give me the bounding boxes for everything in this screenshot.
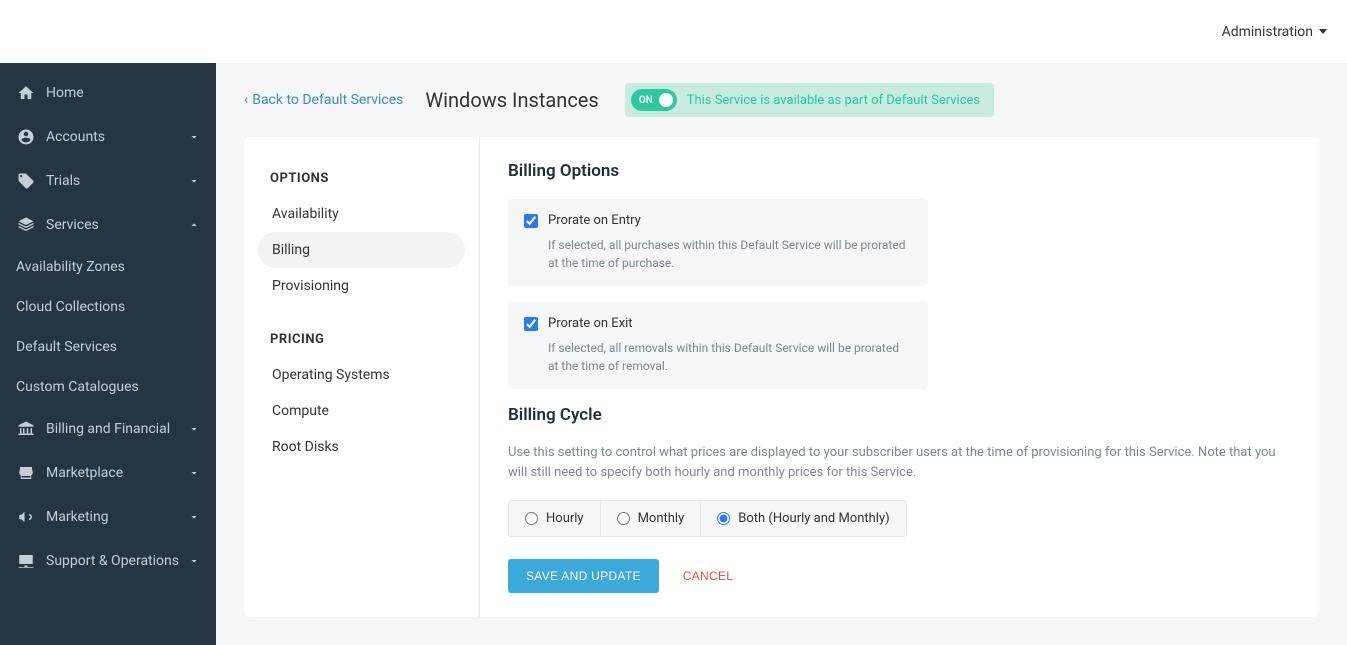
toggle-knob <box>659 93 673 107</box>
monitor-icon <box>16 551 36 571</box>
sidebar-item-billing-financial[interactable]: Billing and Financial <box>0 407 216 451</box>
back-link[interactable]: ‹ Back to Default Services <box>244 92 403 108</box>
administration-menu[interactable]: Administration <box>1222 24 1327 40</box>
sidebar-item-label: Custom Catalogues <box>16 379 200 395</box>
user-circle-icon <box>16 127 36 147</box>
page-title: Windows Instances <box>425 88 598 112</box>
sidebar-item-label: Trials <box>46 173 188 189</box>
content: ‹ Back to Default Services Windows Insta… <box>216 63 1347 645</box>
administration-label: Administration <box>1222 24 1313 40</box>
caret-down-icon <box>1319 29 1327 34</box>
billing-cycle-title: Billing Cycle <box>508 405 1291 425</box>
billing-cycle-help: Use this setting to control what prices … <box>508 443 1291 482</box>
sidebar-item-trials[interactable]: Trials <box>0 159 216 203</box>
sidebar-item-accounts[interactable]: Accounts <box>0 115 216 159</box>
cycle-both-option[interactable]: Both (Hourly and Monthly) <box>701 501 905 536</box>
subnav-item-root-disks[interactable]: Root Disks <box>258 429 465 465</box>
back-link-label: Back to Default Services <box>252 92 403 108</box>
sidebar-item-label: Home <box>46 85 200 101</box>
prorate-entry-label: Prorate on Entry <box>548 213 641 228</box>
sidebar-item-label: Services <box>46 217 188 233</box>
settings-card: OPTIONS Availability Billing Provisionin… <box>244 137 1319 617</box>
sidebar-item-marketplace[interactable]: Marketplace <box>0 451 216 495</box>
tag-icon <box>16 171 36 191</box>
cycle-both-label: Both (Hourly and Monthly) <box>738 511 889 526</box>
main-panel: Billing Options Prorate on Entry If sele… <box>480 137 1319 617</box>
subnav: OPTIONS Availability Billing Provisionin… <box>244 137 480 617</box>
status-text: This Service is available as part of Def… <box>687 93 980 108</box>
sidebar-item-label: Availability Zones <box>16 259 200 275</box>
sidebar-item-marketing[interactable]: Marketing <box>0 495 216 539</box>
form-actions: SAVE AND UPDATE CANCEL <box>508 559 1291 593</box>
prorate-exit-checkbox[interactable] <box>524 317 538 331</box>
subnav-heading-options: OPTIONS <box>258 171 465 186</box>
layers-icon <box>16 215 36 235</box>
chevron-down-icon <box>188 467 200 479</box>
sidebar-item-label: Accounts <box>46 129 188 145</box>
chevron-down-icon <box>188 555 200 567</box>
bank-icon <box>16 419 36 439</box>
save-button[interactable]: SAVE AND UPDATE <box>508 559 659 593</box>
chevron-down-icon <box>188 131 200 143</box>
sidebar-item-label: Billing and Financial <box>46 421 188 437</box>
sidebar-item-availability-zones[interactable]: Availability Zones <box>0 247 216 287</box>
cancel-button[interactable]: CANCEL <box>683 569 733 583</box>
sidebar-item-label: Marketing <box>46 509 188 525</box>
home-icon <box>16 83 36 103</box>
subnav-item-billing[interactable]: Billing <box>258 232 465 268</box>
topbar: Administration <box>0 0 1347 63</box>
chevron-left-icon: ‹ <box>244 92 248 108</box>
sidebar-item-custom-catalogues[interactable]: Custom Catalogues <box>0 367 216 407</box>
sidebar: Home Accounts Trials Services Availabili… <box>0 63 216 645</box>
sidebar-item-support-operations[interactable]: Support & Operations <box>0 539 216 583</box>
subnav-item-operating-systems[interactable]: Operating Systems <box>258 357 465 393</box>
prorate-entry-box: Prorate on Entry If selected, all purcha… <box>508 199 928 286</box>
chevron-up-icon <box>188 219 200 231</box>
cycle-hourly-label: Hourly <box>546 511 584 526</box>
store-icon <box>16 463 36 483</box>
cycle-monthly-radio[interactable] <box>617 512 630 525</box>
sidebar-item-default-services[interactable]: Default Services <box>0 327 216 367</box>
subnav-item-provisioning[interactable]: Provisioning <box>258 268 465 304</box>
prorate-exit-label: Prorate on Exit <box>548 316 633 331</box>
page-header: ‹ Back to Default Services Windows Insta… <box>216 63 1347 137</box>
sidebar-item-home[interactable]: Home <box>0 71 216 115</box>
cycle-monthly-option[interactable]: Monthly <box>601 501 702 536</box>
cycle-hourly-option[interactable]: Hourly <box>509 501 601 536</box>
sidebar-item-label: Default Services <box>16 339 200 355</box>
cycle-both-radio[interactable] <box>717 512 730 525</box>
subnav-item-compute[interactable]: Compute <box>258 393 465 429</box>
cycle-hourly-radio[interactable] <box>525 512 538 525</box>
prorate-entry-checkbox[interactable] <box>524 214 538 228</box>
billing-options-title: Billing Options <box>508 161 1291 181</box>
subnav-heading-pricing: PRICING <box>258 332 465 347</box>
prorate-entry-description: If selected, all purchases within this D… <box>548 236 912 272</box>
sidebar-item-label: Support & Operations <box>46 553 188 569</box>
cycle-monthly-label: Monthly <box>638 511 685 526</box>
subnav-item-availability[interactable]: Availability <box>258 196 465 232</box>
sidebar-item-cloud-collections[interactable]: Cloud Collections <box>0 287 216 327</box>
sidebar-item-label: Marketplace <box>46 465 188 481</box>
availability-toggle[interactable]: ON <box>631 89 677 111</box>
toggle-on-label: ON <box>639 95 653 106</box>
sidebar-item-label: Cloud Collections <box>16 299 200 315</box>
chevron-down-icon <box>188 175 200 187</box>
chevron-down-icon <box>188 423 200 435</box>
service-status-pill: ON This Service is available as part of … <box>625 83 994 117</box>
megaphone-icon <box>16 507 36 527</box>
chevron-down-icon <box>188 511 200 523</box>
prorate-exit-box: Prorate on Exit If selected, all removal… <box>508 302 928 389</box>
billing-cycle-radio-group: Hourly Monthly Both (Hourly and Monthly) <box>508 500 907 537</box>
prorate-exit-description: If selected, all removals within this De… <box>548 339 912 375</box>
sidebar-item-services[interactable]: Services <box>0 203 216 247</box>
